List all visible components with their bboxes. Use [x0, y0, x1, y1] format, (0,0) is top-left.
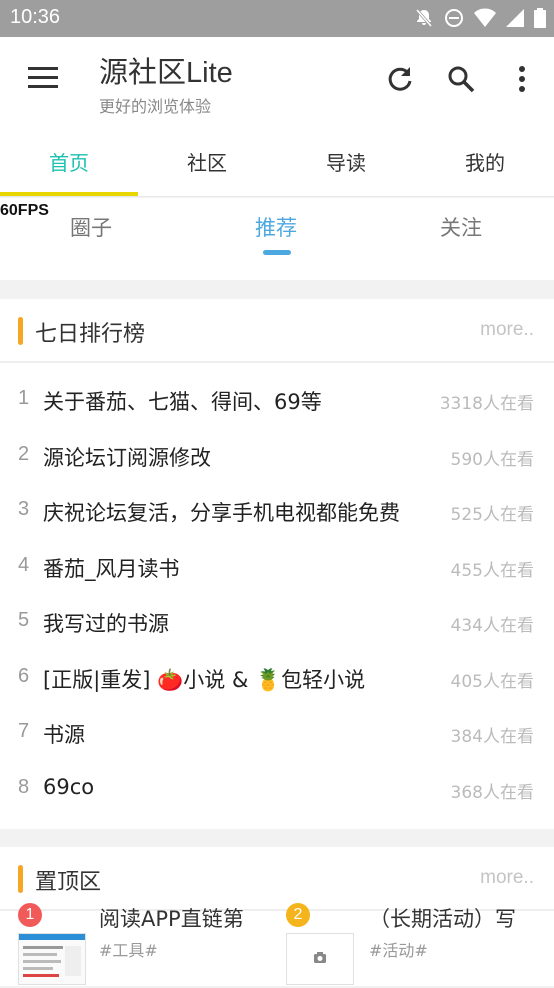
main-tab-bar: 首页 社区 导读 我的: [0, 125, 554, 197]
list-item[interactable]: 6 [正版|重发] 🍅小说 & 🍍包轻小说 405人在看: [0, 651, 554, 707]
pinned-list: 1 阅读APP直链第 #工具# 2 （长期活动）写 #活动#: [0, 903, 554, 986]
pinned-item-tag: #工具#: [99, 941, 158, 960]
menu-icon[interactable]: [28, 67, 58, 91]
rank-title: 番茄_风月读书: [43, 556, 180, 581]
tab-community[interactable]: 社区: [138, 125, 276, 197]
ranking-title: 七日排行榜: [35, 322, 146, 347]
app-title: 源社区Lite: [99, 57, 233, 89]
tab-mine[interactable]: 我的: [416, 125, 554, 197]
do-not-disturb-icon: [445, 9, 463, 27]
notifications-off-icon: [415, 9, 433, 27]
rank-number: 8: [18, 775, 30, 798]
pinned-item-title: 阅读APP直链第: [99, 907, 244, 931]
subtab-indicator: [263, 250, 291, 255]
status-time: 10:36: [10, 6, 61, 28]
rank-number: 2: [18, 442, 30, 465]
rank-number: 7: [18, 720, 30, 742]
list-item[interactable]: 7 书源 384人在看: [0, 706, 554, 762]
wifi-icon: [474, 8, 496, 27]
subtab-following[interactable]: 关注: [440, 212, 482, 242]
rank-views: 525人在看: [450, 505, 534, 525]
ranking-list: 1 关于番茄、七猫、得间、69等 3318人在看 2 源论坛订阅源修改 590人…: [0, 363, 554, 817]
subtab-circles[interactable]: 圈子: [70, 212, 112, 242]
list-item[interactable]: 3 庆祝论坛复活，分享手机电视都能免费 525人在看: [0, 484, 554, 540]
rank-views: 455人在看: [450, 560, 534, 581]
rank-number: 3: [18, 498, 30, 520]
rank-number: 6: [18, 664, 30, 687]
pinned-item[interactable]: 1 阅读APP直链第 #工具#: [0, 903, 277, 985]
search-icon[interactable]: [447, 65, 475, 93]
list-item[interactable]: 2 源论坛订阅源修改 590人在看: [0, 429, 554, 485]
pinned-title: 置顶区: [35, 870, 102, 895]
rank-title: [正版|重发] 🍅小说 & 🍍包轻小说: [43, 667, 366, 692]
subtab-recommended[interactable]: 推荐: [255, 212, 297, 242]
pinned-badge: 2: [286, 903, 310, 927]
list-item[interactable]: 5 我写过的书源 434人在看: [0, 595, 554, 651]
signal-icon: [506, 9, 524, 27]
fps-overlay: 60FPS: [0, 202, 49, 219]
camera-icon: [314, 952, 326, 963]
ranking-header: 七日排行榜 more..: [0, 299, 554, 363]
rank-number: 1: [18, 387, 30, 409]
status-bar: 10:36: [0, 0, 554, 37]
pinned-header: 置顶区 more..: [0, 847, 554, 911]
rank-title: 书源: [43, 723, 85, 747]
rank-views: 368人在看: [450, 782, 534, 803]
pinned-card: 置顶区 more.. 1 阅读APP直链第 #工具# 2 （长期活动）写 #活动…: [0, 847, 554, 986]
ranking-card: 七日排行榜 more.. 1 关于番茄、七猫、得间、69等 3318人在看 2 …: [0, 299, 554, 829]
battery-icon: [534, 8, 546, 28]
pinned-thumbnail: [286, 933, 354, 985]
list-item[interactable]: 4 番茄_风月读书 455人在看: [0, 540, 554, 596]
pinned-item[interactable]: 2 （长期活动）写 #活动#: [277, 903, 554, 985]
rank-title: 69co: [43, 774, 95, 799]
section-marker: [18, 865, 23, 893]
section-marker: [18, 317, 23, 345]
pinned-item-tag: #活动#: [369, 941, 428, 960]
sub-tab-bar: 圈子 推荐 关注: [0, 198, 554, 280]
rank-views: 384人在看: [450, 727, 534, 747]
pinned-item-title: （长期活动）写: [369, 907, 516, 931]
refresh-icon[interactable]: [386, 65, 414, 93]
list-item[interactable]: 1 关于番茄、七猫、得间、69等 3318人在看: [0, 373, 554, 429]
ranking-more-link[interactable]: more..: [480, 319, 534, 341]
rank-title: 庆祝论坛复活，分享手机电视都能免费: [43, 501, 400, 525]
app-bar: 源社区Lite 更好的浏览体验: [0, 37, 554, 125]
tab-home[interactable]: 首页: [0, 125, 138, 197]
screenshot-thumbnail-icon: [19, 934, 85, 977]
tab-guide[interactable]: 导读: [277, 125, 415, 197]
rank-views: 434人在看: [450, 616, 534, 636]
status-icons: [414, 8, 546, 28]
rank-number: 5: [18, 609, 30, 631]
rank-views: 405人在看: [450, 671, 534, 692]
more-vert-icon[interactable]: [512, 65, 532, 93]
rank-title: 关于番茄、七猫、得间、69等: [43, 390, 322, 414]
rank-title: 源论坛订阅源修改: [43, 445, 211, 470]
rank-number: 4: [18, 553, 30, 576]
rank-title: 我写过的书源: [43, 612, 169, 636]
rank-views: 3318人在看: [439, 394, 534, 414]
app-subtitle: 更好的浏览体验: [99, 97, 212, 116]
rank-views: 590人在看: [450, 449, 534, 470]
tab-indicator: [0, 192, 138, 196]
pinned-more-link[interactable]: more..: [480, 867, 534, 889]
pinned-thumbnail: [18, 933, 86, 985]
pinned-badge: 1: [18, 903, 42, 927]
list-item[interactable]: 8 69co 368人在看: [0, 762, 554, 818]
